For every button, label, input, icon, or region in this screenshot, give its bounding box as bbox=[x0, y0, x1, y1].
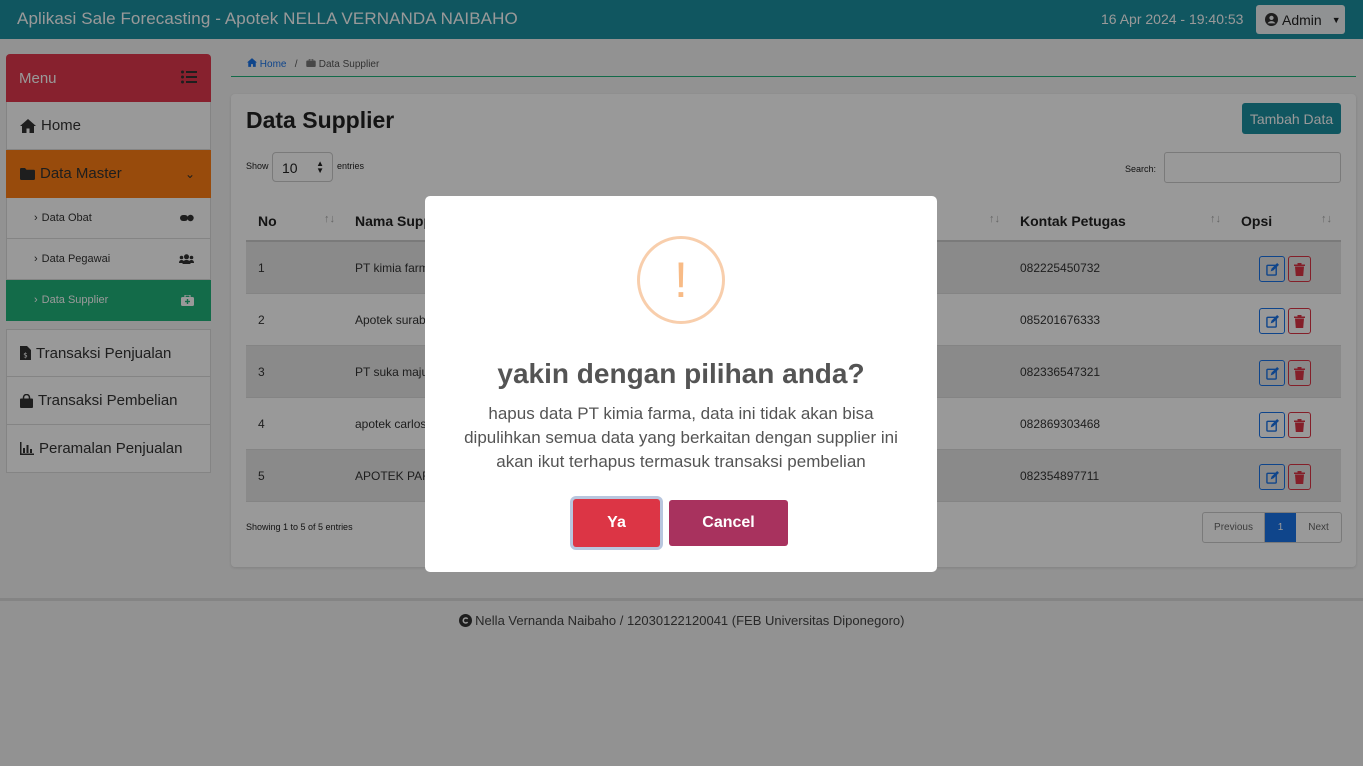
dialog-title: yakin dengan pilihan anda? bbox=[497, 358, 865, 389]
confirm-button[interactable]: Ya bbox=[573, 499, 660, 547]
cancel-button[interactable]: Cancel bbox=[669, 500, 788, 546]
dialog-message-line: dipulihkan semua data yang berkaitan den… bbox=[464, 428, 898, 447]
dialog-message-line: akan ikut terhapus termasuk transaksi pe… bbox=[496, 452, 866, 471]
confirm-dialog: ! yakin dengan pilihan anda? hapus data … bbox=[425, 196, 937, 572]
dialog-message-line: hapus data PT kimia farma, data ini tida… bbox=[488, 404, 874, 423]
warning-icon: ! bbox=[637, 236, 725, 324]
dialog-message: hapus data PT kimia farma, data ini tida… bbox=[445, 402, 917, 474]
